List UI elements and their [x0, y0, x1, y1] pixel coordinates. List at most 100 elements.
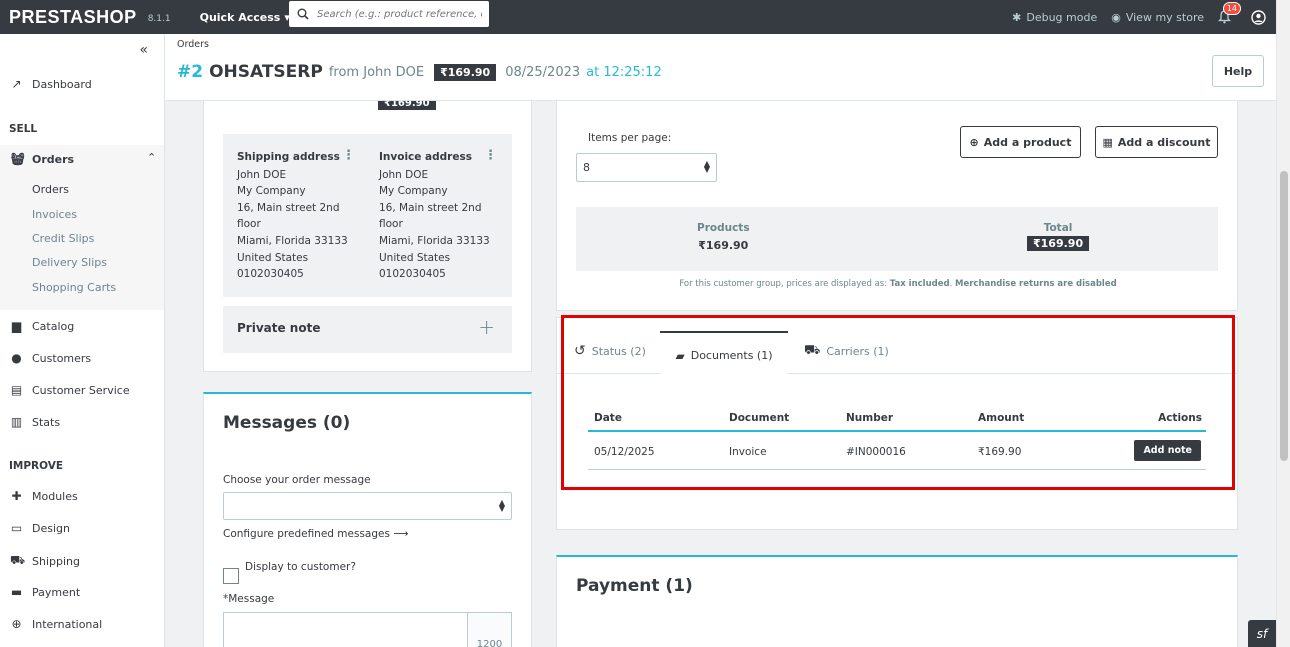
products-card: Items per page: 8 ▲ ▼ ⊕ Add a product ▦ A… — [556, 101, 1238, 311]
trending-up-icon: ↗ — [11, 77, 22, 91]
table-row: 05/12/2025 Invoice #IN000016 ₹169.90 Add… — [588, 434, 1206, 470]
arrow-right-icon: ⟶ — [393, 528, 409, 540]
search-input[interactable] — [317, 8, 482, 20]
sidebar-item-modules[interactable]: ✚ Modules — [10, 489, 78, 503]
top-bar: PRESTASHOP 8.1.1 Quick Access ▾ ✱ Debug … — [0, 0, 1276, 34]
shipping-address-menu-icon[interactable]: ⋮ — [342, 148, 355, 163]
sidebar-item-label: Orders — [32, 152, 75, 166]
address-line: 0102030405 — [237, 268, 304, 281]
table-header: Date Document Number Amount Actions — [588, 406, 1206, 432]
order-customer: from John DOE — [328, 64, 425, 80]
debug-mode-link[interactable]: ✱ Debug mode — [1012, 11, 1097, 24]
sidebar-item-label: International — [32, 617, 103, 631]
payment-title: Payment (1) — [576, 576, 693, 596]
cell-number[interactable]: #IN000016 — [846, 446, 906, 458]
products-total: Products ₹169.90 — [697, 222, 750, 252]
sidebar-item-catalog[interactable]: ▆ Catalog — [10, 319, 74, 333]
address-line: Miami, Florida 33133 — [379, 234, 490, 247]
sidebar-item-orders[interactable]: 🧺︎ Orders — [10, 152, 74, 166]
sidebar-item-label: Catalog — [32, 319, 75, 333]
sidebar-item-customer-service[interactable]: ▤ Customer Service — [10, 383, 130, 397]
address-line: John DOE — [379, 168, 429, 181]
tab-carriers[interactable]: ⛟ Carriers (1) — [804, 343, 889, 360]
col-actions: Actions — [1158, 412, 1202, 424]
page-title: #2 OHSATSERP from John DOE ₹169.90 08/25… — [177, 62, 662, 82]
chevron-up-icon[interactable]: ⌃ — [147, 151, 156, 164]
sidebar-item-stats[interactable]: ▥ Stats — [10, 415, 60, 429]
credit-card-icon: ▬ — [10, 585, 23, 599]
address-line: Miami, Florida 33133 — [237, 234, 348, 247]
configure-messages-link[interactable]: Configure predefined messages ⟶ — [223, 528, 408, 540]
notifications-button[interactable]: 14 — [1218, 2, 1241, 24]
order-message-select[interactable]: ▲ ▼ — [223, 492, 512, 520]
search-box[interactable] — [289, 1, 489, 27]
breadcrumb[interactable]: Orders — [177, 39, 209, 50]
payment-card: Payment (1) — [556, 555, 1238, 647]
sidebar-item-international[interactable]: ⊕ International — [10, 617, 102, 631]
address-line: floor — [237, 218, 261, 231]
add-discount-button[interactable]: ▦ Add a discount — [1095, 126, 1218, 158]
main-content: ₹169.90 Shipping address John DOE My Com… — [165, 101, 1276, 647]
sidebar-subitem-delivery-slips[interactable]: Delivery Slips — [32, 256, 107, 269]
sidebar-item-dashboard[interactable]: ↗ Dashboard — [10, 77, 92, 91]
order-reference: OHSATSERP — [209, 62, 323, 82]
sidebar-subitem-invoices[interactable]: Invoices — [32, 208, 77, 221]
tab-carriers-label: Carriers (1) — [826, 345, 889, 358]
sidebar-item-label: Modules — [32, 489, 78, 503]
page-header: Orders #2 OHSATSERP from John DOE ₹169.9… — [165, 34, 1276, 101]
add-note-button[interactable]: Add note — [1134, 440, 1201, 461]
history-icon: ↺ — [574, 343, 586, 359]
symfony-toolbar-icon[interactable]: sf — [1248, 620, 1276, 647]
display-to-customer-checkbox[interactable] — [223, 568, 239, 584]
basket-icon: 🧺︎ — [10, 152, 26, 166]
sidebar-item-customers[interactable]: ● Customers — [10, 351, 91, 365]
sidebar-item-label: Shipping — [32, 554, 80, 568]
grand-total-label: Total — [1043, 222, 1073, 234]
sidebar-item-shipping[interactable]: ⛟ Shipping — [10, 553, 80, 569]
quick-access-menu[interactable]: Quick Access ▾ — [200, 11, 290, 24]
char-counter: 1200 — [467, 613, 511, 647]
collapse-sidebar-icon[interactable]: « — [139, 42, 148, 58]
sidebar-item-label: Dashboard — [32, 77, 92, 91]
sidebar-subitem-orders[interactable]: Orders — [32, 183, 69, 196]
invoice-address-menu-icon[interactable]: ⋮ — [484, 148, 497, 163]
scrollbar-thumb[interactable] — [1280, 171, 1288, 461]
sidebar-subitem-credit-slips[interactable]: Credit Slips — [32, 232, 94, 245]
bug-icon: ✱ — [1012, 10, 1022, 24]
private-note-toggle[interactable]: Private note + — [223, 306, 512, 353]
add-discount-label: Add a discount — [1117, 135, 1211, 149]
view-store-link[interactable]: ◉ View my store — [1111, 11, 1204, 24]
tab-status[interactable]: ↺ Status (2) — [574, 343, 646, 359]
sidebar-item-label: Customers — [32, 351, 92, 365]
address-line: United States — [237, 251, 309, 264]
cell-document[interactable]: Invoice — [729, 446, 767, 458]
page-scrollbar[interactable] — [1276, 0, 1290, 647]
order-total-badge: ₹169.90 — [434, 63, 497, 81]
products-total-value: ₹169.90 — [698, 239, 749, 252]
sidebar-subitem-shopping-carts[interactable]: Shopping Carts — [32, 281, 116, 294]
account-button[interactable] — [1251, 9, 1266, 25]
cell-amount: ₹169.90 — [978, 446, 1022, 458]
sidebar-item-label: Design — [32, 521, 70, 535]
prestashop-logo[interactable]: PRESTASHOP — [9, 7, 137, 28]
select-arrows-icon: ▲ ▼ — [498, 498, 505, 513]
bar-chart-icon: ▥ — [10, 415, 23, 429]
shipping-address-title: Shipping address — [237, 151, 340, 163]
tabs-row: ↺ Status (2) ▰ Documents (1) ⛟ Carriers … — [557, 318, 1237, 375]
debug-mode-label: Debug mode — [1026, 10, 1098, 24]
items-per-page-select[interactable]: 8 ▲ ▼ — [576, 153, 717, 182]
add-product-button[interactable]: ⊕ Add a product — [960, 126, 1081, 158]
address-line: John DOE — [237, 168, 287, 181]
sidebar-item-design[interactable]: ▭ Design — [10, 521, 70, 535]
address-line: 16, Main street 2nd — [237, 201, 340, 214]
order-tabs-card: ↺ Status (2) ▰ Documents (1) ⛟ Carriers … — [556, 317, 1238, 530]
message-label-text: Message — [228, 593, 275, 605]
sidebar-item-payment[interactable]: ▬ Payment — [10, 585, 80, 599]
messages-card: Messages (0) Choose your order message ▲… — [203, 392, 532, 647]
tab-documents[interactable]: ▰ Documents (1) — [660, 331, 788, 375]
message-textarea[interactable]: 1200 — [223, 612, 512, 647]
tab-status-label: Status (2) — [591, 344, 646, 358]
desktop-icon: ▭ — [10, 521, 23, 535]
notification-count-badge: 14 — [1222, 2, 1241, 15]
help-button[interactable]: Help — [1212, 55, 1264, 87]
